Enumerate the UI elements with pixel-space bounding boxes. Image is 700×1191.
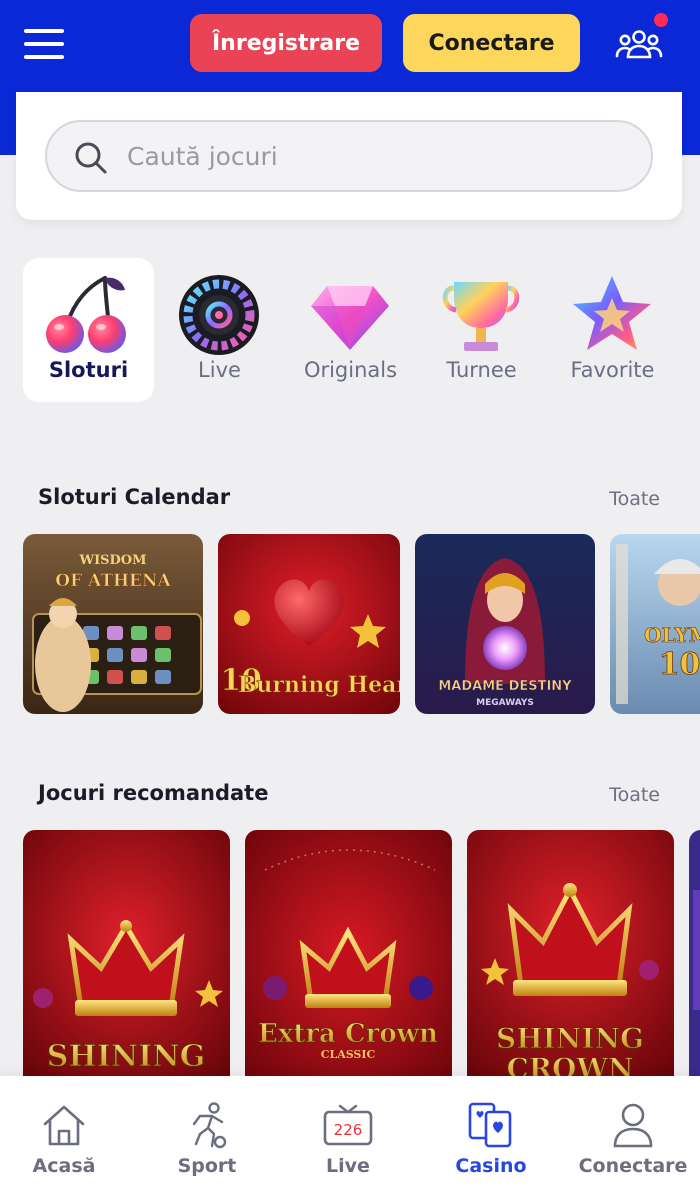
trophy-icon <box>442 282 520 351</box>
nav-item-acasa[interactable]: Acasă <box>0 1076 134 1191</box>
game-tile-gates-of-olympus[interactable]: OLYMP 100 <box>610 534 700 714</box>
search-box[interactable] <box>45 120 653 192</box>
game-title-text: 100 <box>659 647 700 682</box>
login-button[interactable]: Conectare <box>403 14 580 72</box>
see-all-link[interactable]: Toate <box>609 784 660 806</box>
search-input[interactable] <box>127 136 627 176</box>
game-title-text: Burning Heart <box>238 672 400 698</box>
category-originals[interactable]: Originals <box>285 258 416 402</box>
bottom-navigation: Acasă Sport 226 Live Casino Conectare <box>0 1076 700 1191</box>
game-tile-partial[interactable] <box>689 830 700 1076</box>
game-tile-wisdom-of-athena[interactable]: WISDOM OF ATHENA <box>23 534 203 714</box>
nav-item-sport[interactable]: Sport <box>137 1076 277 1191</box>
hamburger-menu-icon[interactable] <box>22 26 66 62</box>
nav-label: Sport <box>177 1155 237 1177</box>
category-sloturi[interactable]: Sloturi <box>23 258 154 402</box>
user-icon <box>613 1103 653 1148</box>
game-tile-shining-crown[interactable]: SHINING <box>23 830 230 1076</box>
game-title-text: MADAME DESTINY <box>438 679 572 694</box>
category-turnee[interactable]: Turnee <box>416 258 547 402</box>
category-label: Sloturi <box>48 358 129 382</box>
star-icon <box>573 276 651 350</box>
football-player-icon <box>192 1102 227 1149</box>
tv-icon: 226 <box>323 1104 373 1146</box>
game-title-text: OF ATHENA <box>55 571 171 591</box>
search-icon <box>75 142 107 174</box>
game-title-text: CLASSIC <box>321 1048 376 1061</box>
cards-icon <box>468 1102 512 1148</box>
nav-item-live[interactable]: 226 Live <box>278 1076 418 1191</box>
nav-label: Acasă <box>32 1155 96 1177</box>
game-title-text: SHINING <box>47 1039 206 1074</box>
category-favorite[interactable]: Favorite <box>547 258 678 402</box>
register-button[interactable]: Înregistrare <box>190 14 382 72</box>
cherry-icon <box>46 276 126 353</box>
category-label: Favorite <box>570 358 655 382</box>
section-title-jocuri-recomandate: Jocuri recomandate <box>38 781 269 805</box>
live-count-badge: 226 <box>334 1121 363 1139</box>
nav-item-conectare[interactable]: Conectare <box>563 1076 700 1191</box>
casino-page: Înregistrare Conectare Caută jocuri Slot… <box>0 0 700 1191</box>
game-title-text: CROWN <box>507 1052 634 1076</box>
category-label: Originals <box>303 358 398 382</box>
users-group-icon[interactable] <box>614 24 664 64</box>
nav-label: Casino <box>455 1155 527 1177</box>
game-tile-10-burning-heart[interactable]: 10 Burning Heart <box>218 534 400 714</box>
game-tile-madame-destiny[interactable]: MADAME DESTINY MEGAWAYS <box>415 534 595 714</box>
nav-item-casino[interactable]: Casino <box>421 1076 561 1191</box>
game-title-text: MEGAWAYS <box>476 698 534 708</box>
see-all-link[interactable]: Toate <box>609 488 660 510</box>
section-title-sloturi-calendar: Sloturi Calendar <box>38 485 231 509</box>
search-card <box>16 92 682 220</box>
game-title-text: OLYMP <box>644 623 700 647</box>
category-label: Turnee <box>446 358 517 382</box>
nav-label: Live <box>326 1155 370 1177</box>
diamond-icon <box>311 286 389 350</box>
game-title-text: WISDOM <box>78 553 146 568</box>
game-tile-extra-crown-classic[interactable]: Extra Crown CLASSIC <box>245 830 452 1076</box>
game-tile-shining-crown-2[interactable]: SHINING CROWN <box>467 830 674 1076</box>
home-icon <box>43 1105 85 1146</box>
game-title-text: Extra Crown <box>258 1019 438 1049</box>
game-title-text: SHINING <box>496 1022 644 1055</box>
category-label: Live <box>198 358 241 382</box>
notification-dot <box>654 13 668 27</box>
nav-label: Conectare <box>578 1155 688 1177</box>
roulette-icon <box>179 275 259 355</box>
category-live[interactable]: Live <box>154 258 285 402</box>
